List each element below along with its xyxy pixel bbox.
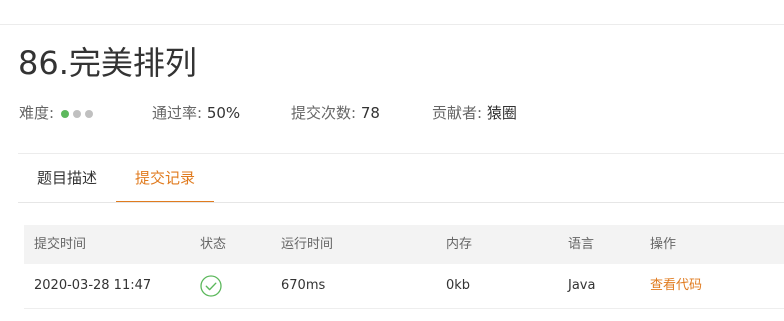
- difficulty-dot: [84, 109, 93, 118]
- header-memory: 内存: [446, 237, 473, 252]
- header-status: 状态: [200, 237, 227, 252]
- header-language: 语言: [568, 237, 595, 252]
- table-row: 2020-03-28 11:47 670ms 0kb Java 查看代码: [24, 264, 784, 309]
- difficulty-dot: [72, 109, 81, 118]
- check-circle-icon: [200, 275, 222, 297]
- submission-count-value: 78: [360, 104, 380, 122]
- header-divider: [0, 24, 784, 25]
- difficulty-dot: [60, 109, 69, 118]
- view-code-link[interactable]: 查看代码: [650, 264, 702, 308]
- submission-table: 提交时间 状态 运行时间 内存 语言 操作 2020-03-28 11:47 6…: [24, 225, 784, 309]
- problem-title: 86.完美排列: [18, 44, 197, 82]
- tab-bar: 题目描述 提交记录: [18, 154, 784, 203]
- contributor-value: 猿圈: [486, 104, 517, 122]
- table-header: 提交时间 状态 运行时间 内存 语言 操作: [24, 225, 784, 264]
- difficulty-label: 难度:: [19, 104, 55, 122]
- tab-problem-description[interactable]: 题目描述: [18, 154, 116, 202]
- tab-submission-records[interactable]: 提交记录: [116, 154, 214, 203]
- submission-count: 提交次数: 78: [291, 101, 380, 125]
- pass-rate-value: 50%: [206, 104, 241, 122]
- header-submit-time: 提交时间: [34, 237, 87, 252]
- pass-rate-label: 通过率:: [152, 104, 203, 122]
- problem-meta: 难度: 通过率: 50% 提交次数: 78 贡献者: 猿圈: [0, 101, 784, 125]
- pass-rate: 通过率: 50%: [152, 101, 240, 125]
- contributor-label: 贡献者:: [432, 104, 483, 122]
- header-action: 操作: [650, 237, 677, 252]
- difficulty-dots: [60, 101, 97, 125]
- submission-count-label: 提交次数:: [291, 104, 357, 122]
- submit-time: 2020-03-28 11:47: [34, 278, 152, 293]
- runtime: 670ms: [281, 278, 326, 293]
- memory: 0kb: [446, 278, 471, 293]
- contributor: 贡献者: 猿圈: [432, 101, 517, 125]
- difficulty: 难度:: [19, 101, 97, 126]
- language: Java: [568, 278, 596, 293]
- header-runtime: 运行时间: [281, 237, 334, 252]
- submission-page: 86.完美排列 难度: 通过率: 50% 提交次数: 78 贡献者: 猿圈 题目…: [0, 0, 784, 321]
- tabs-divider-bottom: [18, 202, 784, 203]
